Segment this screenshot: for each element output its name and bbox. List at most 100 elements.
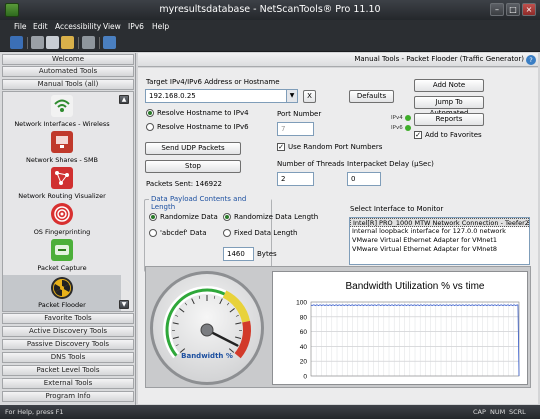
port-number-input[interactable]: 7 [277, 122, 314, 136]
close-button[interactable]: × [522, 3, 536, 16]
interface-item[interactable]: VMware Virtual Ethernet Adapter for VMne… [350, 236, 529, 245]
gauge-tick [235, 314, 239, 317]
gauge-tick [184, 302, 188, 306]
gauge-svg [163, 286, 251, 359]
stop-button[interactable]: Stop [145, 160, 241, 173]
chevron-down-icon[interactable]: ▼ [286, 90, 297, 102]
send-udp-packets-button[interactable]: Send UDP Packets [145, 142, 241, 155]
tool-packet-flooder[interactable]: Packet Flooder [3, 275, 121, 311]
interface-label: Select Interface to Monitor [350, 205, 444, 213]
help-icon[interactable] [103, 36, 116, 49]
fixed-length-radio[interactable] [223, 229, 231, 237]
panel-dns-tools[interactable]: DNS Tools [2, 352, 134, 363]
abcdef-data-label: 'abcdef' Data [160, 229, 207, 237]
target-label: Target IPv4/IPv6 Address or Hostname [146, 78, 280, 86]
target-value: 192.168.0.25 [149, 92, 196, 100]
tool-list: Network Interfaces - Wireless Network Sh… [2, 91, 134, 312]
help-icon[interactable]: ? [526, 55, 536, 65]
chart-ytick-label: 0 [303, 374, 307, 381]
port-number-label: Port Number [277, 110, 322, 118]
copy-icon[interactable] [46, 36, 59, 49]
gauge-tick [213, 295, 216, 299]
interface-item[interactable]: VMware Virtual Ethernet Adapter for VMne… [350, 245, 529, 254]
interface-item[interactable]: Internal loopback interface for 127.0.0 … [350, 227, 529, 236]
gauge-tick [235, 336, 242, 339]
tool-os-fingerprinting[interactable]: OS Fingerprinting [3, 203, 121, 243]
packet-capture-icon [51, 239, 73, 261]
abcdef-data-radio[interactable] [149, 229, 157, 237]
target-input[interactable]: 192.168.0.25 ▼ [145, 89, 298, 103]
paste-icon[interactable] [61, 36, 74, 49]
clear-target-button[interactable]: X [303, 90, 316, 103]
chart-ytick-label: 80 [300, 314, 308, 321]
gauge-band [222, 290, 251, 323]
print-icon[interactable] [82, 36, 95, 49]
tool-label: Packet Capture [37, 264, 87, 272]
status-bar: For Help, press F1 CAP NUM SCRL [0, 405, 540, 419]
bandwidth-panel: Bandwidth % Bandwidth Utilization % vs t… [145, 266, 531, 388]
menu-ipv6[interactable]: IPv6 [128, 22, 144, 31]
panel-active-discovery-tools[interactable]: Active Discovery Tools [2, 326, 134, 337]
gauge-tick [175, 314, 179, 317]
interpacket-delay-input[interactable]: 0 [347, 172, 381, 186]
fixed-length-label: Fixed Data Length [234, 229, 298, 237]
interface-list[interactable]: Intel[R] PRO_1000 MTW Network Connection… [349, 217, 530, 265]
ipv6-status-icon [405, 125, 411, 131]
add-to-favorites-checkbox[interactable]: ✓ [414, 131, 422, 139]
tool-network-routing-visualizer[interactable]: Network Routing Visualizer [3, 167, 121, 207]
maximize-button[interactable]: □ [506, 3, 520, 16]
minimize-button[interactable]: – [490, 3, 504, 16]
threads-input[interactable]: 2 [277, 172, 314, 186]
randomize-length-label: Randomize Data Length [234, 213, 319, 221]
menu-view[interactable]: View [103, 22, 121, 31]
gauge-band [234, 320, 251, 359]
menu-help[interactable]: Help [152, 22, 169, 31]
gauge-tick [172, 322, 179, 325]
status-cap: CAP [473, 408, 486, 416]
gauge-hub [200, 323, 214, 337]
scroll-down-button[interactable]: ▼ [119, 300, 129, 309]
payload-group: Data Payload Contents and Length Randomi… [144, 195, 318, 272]
fixed-length-input[interactable]: 1460 [223, 247, 254, 261]
reports-button[interactable]: Reports [414, 113, 484, 126]
chart-ytick-label: 60 [300, 329, 308, 336]
left-panel: Welcome Automated Tools Manual Tools (al… [0, 53, 136, 405]
tool-network-shares-smb[interactable]: Network Shares - SMB [3, 131, 121, 171]
chart-ytick-label: 100 [296, 300, 307, 307]
save-icon[interactable] [10, 36, 23, 49]
menu-file[interactable]: File [14, 22, 27, 31]
gauge-tick [175, 344, 179, 347]
gauge-tick [229, 308, 235, 313]
panel-program-info[interactable]: Program Info [2, 391, 134, 402]
panel-manual-tools[interactable]: Manual Tools (all) [2, 79, 134, 90]
menu-edit[interactable]: Edit [33, 22, 48, 31]
panel-automated-tools[interactable]: Automated Tools [2, 66, 134, 77]
resolve-ipv4-radio[interactable] [146, 109, 154, 117]
flooder-content: Target IPv4/IPv6 Address or Hostname 192… [138, 68, 538, 404]
randomize-data-radio[interactable] [149, 213, 157, 221]
tool-network-interfaces-wireless[interactable]: Network Interfaces - Wireless [3, 95, 121, 135]
use-random-ports-checkbox[interactable]: ✓ [277, 143, 285, 151]
panel-passive-discovery-tools[interactable]: Passive Discovery Tools [2, 339, 134, 350]
add-to-favorites-label: Add to Favorites [425, 131, 482, 139]
panel-packet-level-tools[interactable]: Packet Level Tools [2, 365, 134, 376]
add-note-button[interactable]: Add Note [414, 79, 484, 92]
panel-external-tools[interactable]: External Tools [2, 378, 134, 389]
main-header: Manual Tools - Packet Flooder (Traffic G… [138, 53, 538, 67]
defaults-button[interactable]: Defaults [349, 90, 394, 103]
main-header-title: Manual Tools - Packet Flooder (Traffic G… [354, 55, 524, 63]
tool-packet-capture[interactable]: Packet Capture [3, 239, 121, 279]
gauge-tick [198, 295, 201, 299]
scroll-up-button[interactable]: ▲ [119, 95, 129, 104]
menu-accessibility[interactable]: Accessibility [55, 22, 101, 31]
toolbar-separator [78, 37, 79, 49]
jump-to-automated-button[interactable]: Jump To Automated [414, 96, 484, 117]
randomize-length-radio[interactable] [223, 213, 231, 221]
cut-icon[interactable] [31, 36, 44, 49]
panel-welcome[interactable]: Welcome [2, 54, 134, 65]
payload-group-title: Data Payload Contents and Length [149, 195, 271, 211]
resolve-ipv6-radio[interactable] [146, 123, 154, 131]
panel-favorite-tools[interactable]: Favorite Tools [2, 313, 134, 324]
gauge-tick [219, 298, 223, 305]
interface-item[interactable]: Intel[R] PRO_1000 MTW Network Connection… [350, 218, 529, 227]
